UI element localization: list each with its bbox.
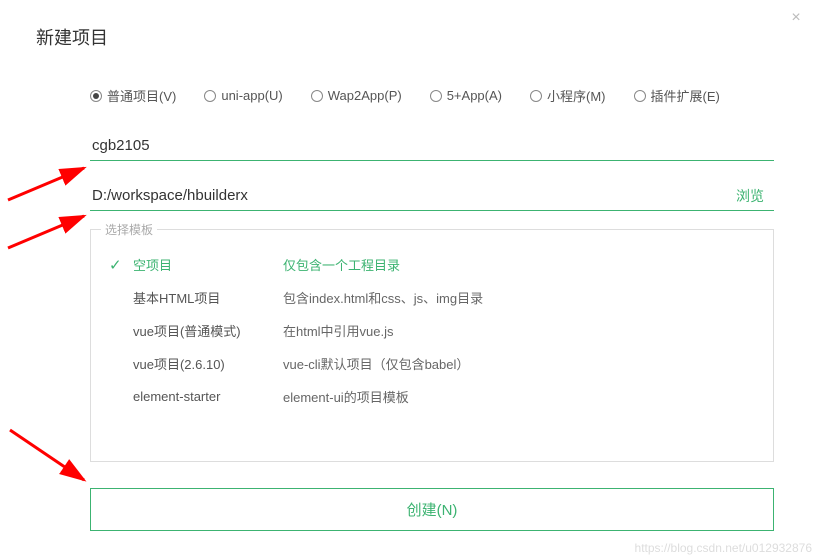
template-item-element-starter[interactable]: element-starter element-ui的项目模板 (105, 380, 759, 413)
radio-uni-app[interactable]: uni-app(U) (204, 86, 282, 105)
project-name-input[interactable] (90, 131, 774, 161)
check-icon: ✓ (109, 256, 133, 274)
template-name: 基本HTML项目 (133, 288, 283, 307)
radio-icon (530, 90, 542, 102)
radio-label: Wap2App(P) (328, 88, 402, 103)
template-desc: 仅包含一个工程目录 (283, 255, 400, 274)
template-desc: element-ui的项目模板 (283, 387, 409, 406)
radio-label: 插件扩展(E) (651, 86, 720, 105)
project-path-row: 浏览 (90, 181, 774, 211)
radio-5plus-app[interactable]: 5+App(A) (430, 86, 502, 105)
radio-icon (634, 90, 646, 102)
template-legend: 选择模板 (101, 221, 157, 238)
project-path-input[interactable] (90, 181, 730, 210)
template-name: vue项目(普通模式) (133, 321, 283, 340)
template-name: vue项目(2.6.10) (133, 354, 283, 373)
radio-plugin-ext[interactable]: 插件扩展(E) (634, 86, 720, 105)
radio-icon (204, 90, 216, 102)
create-button[interactable]: 创建(N) (90, 488, 774, 531)
new-project-dialog: × 新建项目 普通项目(V) uni-app(U) Wap2App(P) 5+A… (0, 0, 820, 559)
template-item-empty[interactable]: ✓ 空项目 仅包含一个工程目录 (105, 248, 759, 281)
radio-normal-project[interactable]: 普通项目(V) (90, 86, 176, 105)
close-icon[interactable]: × (786, 8, 806, 28)
project-type-radios: 普通项目(V) uni-app(U) Wap2App(P) 5+App(A) 小… (90, 86, 784, 105)
template-item-basic-html[interactable]: 基本HTML项目 包含index.html和css、js、img目录 (105, 281, 759, 314)
template-name: element-starter (133, 389, 283, 404)
template-selector: 选择模板 ✓ 空项目 仅包含一个工程目录 基本HTML项目 包含index.ht… (90, 229, 774, 462)
radio-icon (311, 90, 323, 102)
radio-label: 普通项目(V) (107, 86, 176, 105)
template-item-vue-2610[interactable]: vue项目(2.6.10) vue-cli默认项目（仅包含babel） (105, 347, 759, 380)
browse-button[interactable]: 浏览 (730, 182, 770, 210)
radio-label: 5+App(A) (447, 88, 502, 103)
radio-wap2app[interactable]: Wap2App(P) (311, 86, 402, 105)
template-name: 空项目 (133, 255, 283, 274)
radio-icon (430, 90, 442, 102)
dialog-title: 新建项目 (36, 24, 784, 50)
radio-label: uni-app(U) (221, 88, 282, 103)
project-name-row (90, 131, 774, 161)
watermark: https://blog.csdn.net/u012932876 (635, 541, 812, 555)
template-item-vue-normal[interactable]: vue项目(普通模式) 在html中引用vue.js (105, 314, 759, 347)
radio-label: 小程序(M) (547, 86, 606, 105)
template-desc: 在html中引用vue.js (283, 321, 394, 340)
template-desc: 包含index.html和css、js、img目录 (283, 288, 483, 307)
radio-icon (90, 90, 102, 102)
template-desc: vue-cli默认项目（仅包含babel） (283, 354, 469, 373)
radio-miniprogram[interactable]: 小程序(M) (530, 86, 606, 105)
